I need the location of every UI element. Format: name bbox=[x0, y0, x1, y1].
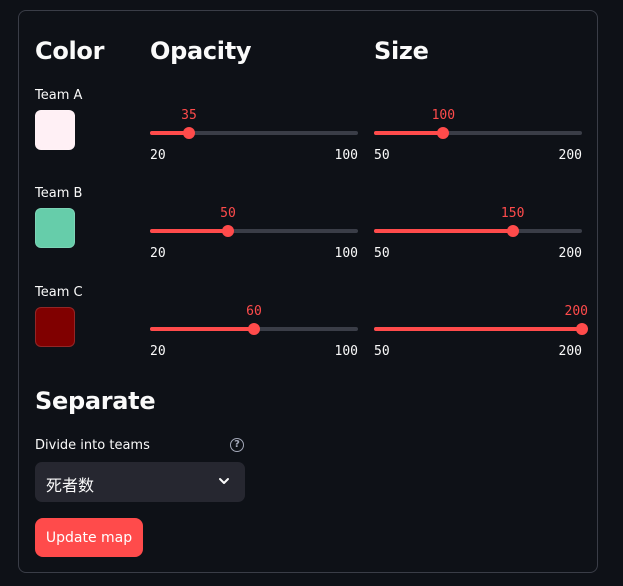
team-b-label: Team B bbox=[35, 186, 83, 201]
select-value: 死者数 bbox=[46, 476, 95, 495]
slider-max: 200 bbox=[558, 246, 582, 261]
slider-max: 100 bbox=[334, 148, 358, 163]
slider-fill bbox=[374, 327, 582, 331]
slider-thumb[interactable] bbox=[437, 127, 450, 139]
slider-thumb[interactable] bbox=[248, 323, 260, 335]
slider-min: 20 bbox=[150, 246, 166, 261]
slider-value: 60 bbox=[246, 304, 262, 319]
team-c-label: Team C bbox=[35, 285, 83, 300]
team-a-color-swatch[interactable] bbox=[35, 110, 75, 150]
slider-min: 20 bbox=[150, 148, 166, 163]
slider-fill bbox=[374, 131, 444, 135]
slider-max: 200 bbox=[558, 344, 582, 359]
separate-header: Separate bbox=[35, 387, 156, 415]
controls-panel: Color Opacity Size Team A 35 20 100 100 … bbox=[18, 10, 598, 573]
slider-min: 50 bbox=[374, 344, 390, 359]
team-c-size-slider[interactable]: 200 50 200 bbox=[374, 304, 588, 359]
team-a-size-slider[interactable]: 100 50 200 bbox=[374, 108, 582, 163]
slider-min: 50 bbox=[374, 148, 390, 163]
slider-min: 50 bbox=[374, 246, 390, 261]
slider-value: 35 bbox=[181, 108, 197, 123]
divide-teams-label: Divide into teams bbox=[35, 438, 150, 453]
slider-fill bbox=[150, 229, 228, 233]
slider-max: 100 bbox=[334, 344, 358, 359]
team-b-size-slider[interactable]: 150 50 200 bbox=[374, 206, 582, 261]
chevron-down-icon bbox=[219, 478, 229, 484]
slider-thumb[interactable] bbox=[222, 225, 234, 237]
slider-min: 20 bbox=[150, 344, 166, 359]
slider-max: 100 bbox=[334, 246, 358, 261]
slider-max: 200 bbox=[558, 148, 582, 163]
color-header: Color bbox=[35, 37, 105, 65]
slider-fill bbox=[374, 229, 513, 233]
team-a-opacity-slider[interactable]: 35 20 100 bbox=[150, 108, 358, 163]
slider-thumb[interactable] bbox=[576, 323, 588, 335]
team-b-color-swatch[interactable] bbox=[35, 208, 75, 248]
slider-value: 100 bbox=[431, 108, 456, 123]
team-b-opacity-slider[interactable]: 50 20 100 bbox=[150, 206, 358, 261]
slider-fill bbox=[150, 327, 254, 331]
slider-thumb[interactable] bbox=[183, 127, 195, 139]
question-circle-icon[interactable]: ? bbox=[230, 438, 244, 452]
opacity-header: Opacity bbox=[150, 37, 252, 65]
slider-value: 200 bbox=[564, 304, 588, 319]
slider-thumb[interactable] bbox=[506, 225, 519, 237]
size-header: Size bbox=[374, 37, 429, 65]
team-c-color-swatch[interactable] bbox=[35, 307, 75, 347]
update-map-button[interactable]: Update map bbox=[35, 518, 143, 557]
slider-value: 150 bbox=[500, 206, 525, 221]
slider-value: 50 bbox=[220, 206, 236, 221]
divide-teams-select[interactable]: 死者数 bbox=[35, 462, 245, 502]
team-c-opacity-slider[interactable]: 60 20 100 bbox=[150, 304, 358, 359]
team-a-label: Team A bbox=[35, 88, 83, 103]
